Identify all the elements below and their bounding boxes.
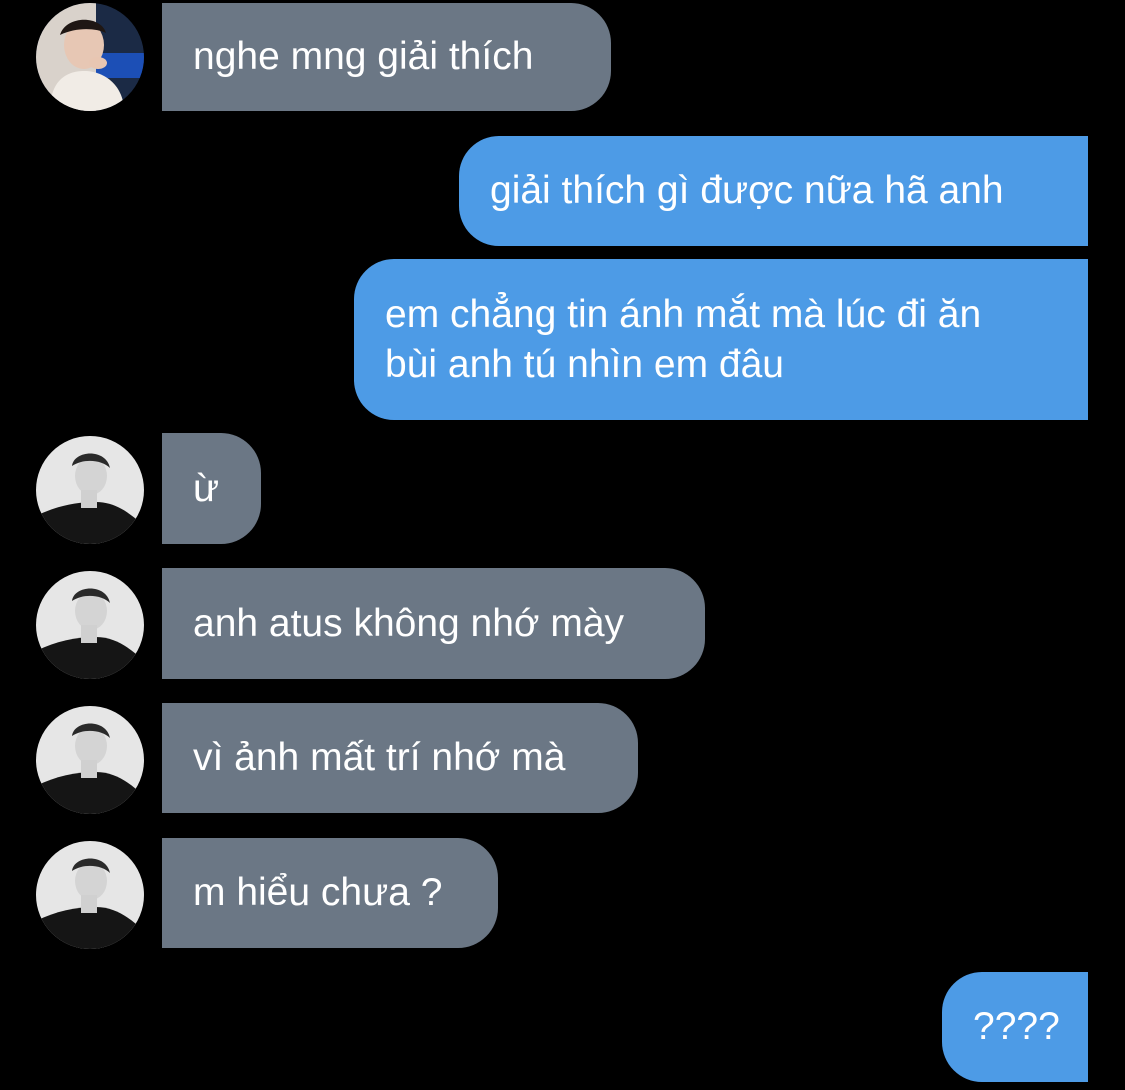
message-text: nghe mng giải thích (193, 35, 534, 78)
message-text: vì ảnh mất trí nhớ mà (193, 736, 566, 779)
message-bubble-incoming[interactable]: anh atus không nhớ mày (162, 568, 705, 679)
message-bubble-incoming[interactable]: nghe mng giải thích (162, 3, 611, 111)
message-bubble-incoming[interactable]: m hiểu chưa ? (162, 838, 498, 948)
message-bubble-outgoing[interactable]: ???? (942, 972, 1088, 1082)
message-text: giải thích gì được nữa hã anh (490, 169, 1004, 212)
avatar[interactable] (36, 3, 144, 111)
message-bubble-outgoing[interactable]: em chẳng tin ánh mắt mà lúc đi ăn bùi an… (354, 259, 1088, 420)
avatar[interactable] (36, 841, 144, 949)
avatar-bw-icon (36, 436, 144, 544)
avatar[interactable] (36, 706, 144, 814)
message-text: anh atus không nhớ mày (193, 601, 625, 645)
avatar[interactable] (36, 436, 144, 544)
message-text: m hiểu chưa ? (193, 871, 443, 914)
message-bubble-incoming[interactable]: vì ảnh mất trí nhớ mà (162, 703, 638, 813)
avatar-bw-icon (36, 706, 144, 814)
message-text: ừ (193, 466, 220, 510)
message-text: em chẳng tin ánh mắt mà lúc đi ăn bùi an… (385, 292, 982, 386)
avatar[interactable] (36, 571, 144, 679)
message-bubble-incoming[interactable]: ừ (162, 433, 261, 544)
message-text: ???? (973, 1005, 1060, 1048)
avatar-bw-icon (36, 571, 144, 679)
message-bubble-outgoing[interactable]: giải thích gì được nữa hã anh (459, 136, 1088, 246)
avatar-bw-icon (36, 841, 144, 949)
avatar-warm-icon (36, 3, 144, 111)
